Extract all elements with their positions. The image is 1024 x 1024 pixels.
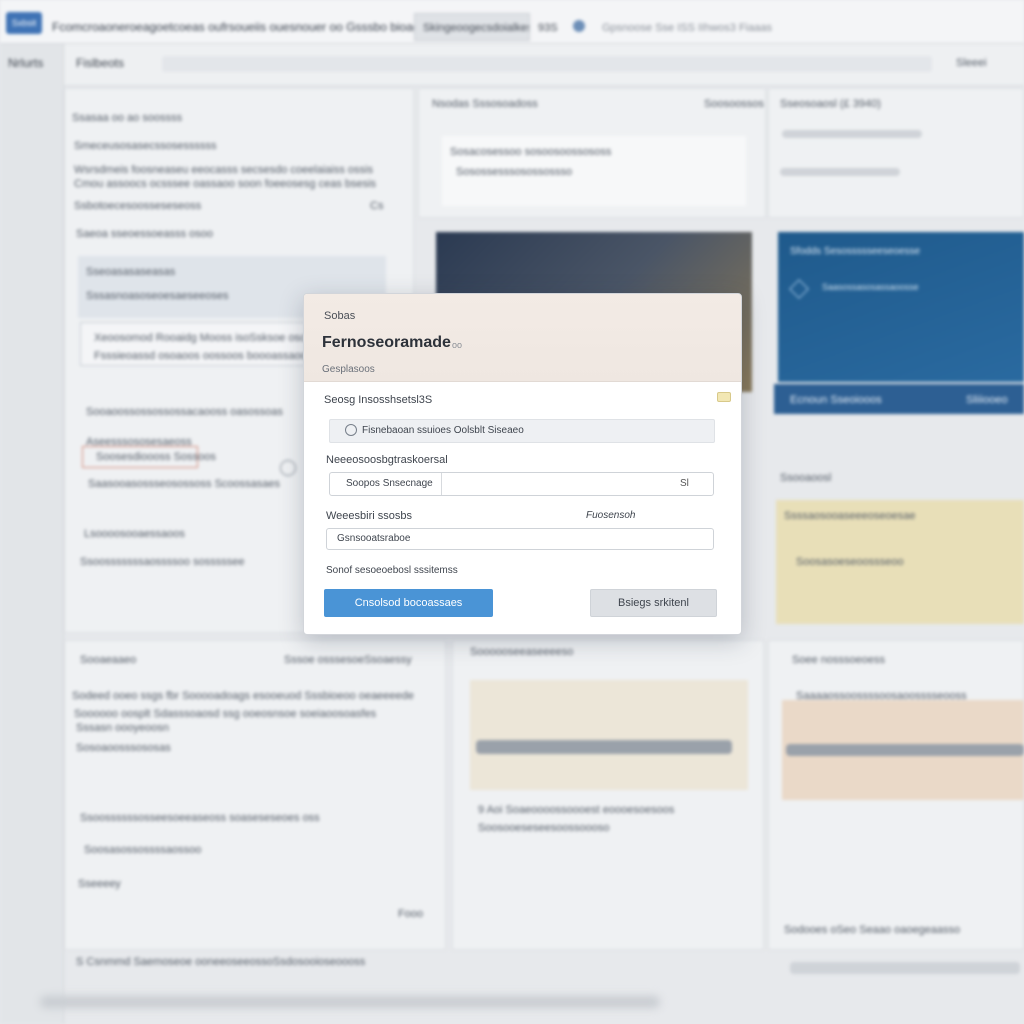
field1-icon[interactable]: Sl xyxy=(680,478,689,489)
modal-notice-text: Fisnebaoan ssuioes Oolsblt Siseaeo xyxy=(362,425,524,436)
field2-hint: Fuosensoh xyxy=(586,510,636,521)
modal-eyebrow: Sobas xyxy=(324,310,356,322)
modal-dialog: Sobas Fernoseoramade oo Gesplasoos Seosg… xyxy=(303,293,742,635)
field2-label: Weeesbiri ssosbs xyxy=(326,510,412,522)
left-panel-paragraph: Wsrsdmeis foosneaseu eeocasss secsesdo c… xyxy=(74,164,373,176)
left-rail xyxy=(0,44,64,1024)
list-item[interactable]: Ssoosssssssaossssoo sosssssee xyxy=(80,556,244,568)
nav-label[interactable]: Nrlurts xyxy=(8,56,43,70)
list-item-selected[interactable]: Soosesdioooss Sossoos xyxy=(96,451,216,463)
right-section-title: Ssooaoosl xyxy=(780,472,832,484)
toolbar-right-label[interactable]: Sleeei xyxy=(956,57,987,69)
secondary-button[interactable]: Bsiegs srkitenl xyxy=(590,589,717,617)
status-text: Gpsnoose Sse ISS IIhwos3 Fiaaas xyxy=(602,22,772,34)
left-panel-meta-right: Cs xyxy=(370,200,384,212)
middle-card-line: Sosossesssosossossso xyxy=(456,166,573,178)
placeholder-bar xyxy=(476,740,732,754)
field2-input[interactable]: Gsnsooatsraboe xyxy=(326,528,714,550)
bottom-paragraph: Sosoaoosssososas xyxy=(76,742,171,754)
scroll-shadow xyxy=(40,996,660,1008)
confirm-button[interactable]: Cnsolsod bocoassaes xyxy=(324,589,493,617)
bottom-right-footer: Sodooes oSeo Seaao oaoegeaasso xyxy=(784,924,961,936)
bottom-list-row-right[interactable]: Fooo xyxy=(398,908,423,920)
modal-title: Fernoseoramade xyxy=(322,334,451,351)
list-title: Sooaoossossossossacaooss oasossoas xyxy=(86,406,283,418)
yellow-note-line: Soosasoeseoossseoo xyxy=(796,556,904,568)
middle-panel-heading-right: Soosoossos xyxy=(704,98,764,110)
blue-action-right: Sliiiooeo xyxy=(966,394,1008,406)
placeholder-bar xyxy=(780,168,900,176)
bottom-list-row[interactable]: Ssoossssssosseesoeeaseoss soaseseseoes o… xyxy=(80,812,320,824)
field3-label: Sonof sesoeoebosl sssitemss xyxy=(326,565,458,576)
blue-card-title: Sfodds Sesossssseeseoesse xyxy=(790,246,921,257)
placeholder-bar xyxy=(782,130,922,138)
refresh-icon[interactable] xyxy=(280,460,296,476)
left-card-line: Sssasnoasoseoesaeseeoses xyxy=(86,290,229,302)
tab-files[interactable]: Fislbeots xyxy=(76,56,124,70)
footer-text: S Csnmmd Saemoseoe ooneeoseeossoSsdosooi… xyxy=(76,956,366,968)
bottom-middle-line: Soosooeseseesoossoooso xyxy=(478,822,610,834)
left-panel-line: Smeceusosasecssosessssss xyxy=(74,140,217,152)
yellow-note-line: Ssssaosooaseeeoseoesae xyxy=(784,510,916,522)
bottom-tab-right[interactable]: Sssoe osssesoeSsoaessy xyxy=(284,654,412,666)
placeholder-bar xyxy=(786,744,1024,756)
blue-card-line: Saasossasosassaoosse xyxy=(822,282,919,292)
count-label: 93S xyxy=(538,22,558,34)
placeholder-bar xyxy=(790,962,1020,974)
bottom-list-row[interactable]: Sseeeey xyxy=(78,878,121,890)
bottom-left-panel xyxy=(64,640,446,950)
left-panel-heading: Ssasaa oo ao soossss xyxy=(72,112,183,124)
bottom-paragraph: Soooooo oosplt Sdasssoaosd ssg ooeosnsoe… xyxy=(74,708,377,720)
list-item[interactable]: Lsoooosooaessaoos xyxy=(84,528,185,540)
middle-card-line: Sosacosessoo sosoosoossososs xyxy=(450,146,612,158)
modal-title-extra: oo xyxy=(452,340,463,350)
left-panel-meta: Ssbotoecesoosseseseoss xyxy=(74,200,202,212)
blue-action-label: Ecnoun Sseoiooos xyxy=(790,394,882,406)
left-panel-paragraph: Cmou assoocs ocsssee oassaoo soon foeeos… xyxy=(74,178,377,190)
window-title: Fcomcroaoneroeagoetcoeas oufrsoueiis oue… xyxy=(52,20,426,34)
bottom-right-title: Soee nosssoeoess xyxy=(792,654,885,666)
info-icon xyxy=(345,424,357,436)
brand-badge[interactable]: Sxbsit xyxy=(6,12,42,34)
field1-prefix[interactable]: Soopos Snsecnage xyxy=(330,473,442,495)
tag-icon[interactable] xyxy=(717,392,731,402)
bottom-paragraph: Sssasn oooyeoosn xyxy=(76,722,169,734)
bottom-tab[interactable]: Sooaeaaeo xyxy=(80,654,136,666)
modal-section-label: Seosg Insosshsetsl3S xyxy=(324,394,433,406)
info-icon[interactable] xyxy=(573,20,585,32)
bottom-paragraph: Sodeed ooeo ssgs fbr Sooooadoags esooeuo… xyxy=(72,690,414,702)
beige-card xyxy=(470,680,748,790)
bottom-right-line: Saaaaossoossssoosaoosssseooss xyxy=(796,690,967,702)
modal-subtitle: Gesplasoos xyxy=(322,364,375,375)
right-panel-heading: Sseosoaosl (£ 3940) xyxy=(780,98,881,110)
left-panel-section: Saeoa sseoessoeasss osoo xyxy=(76,228,213,240)
bottom-middle-title: Soooooseeaseeeeso xyxy=(470,646,574,658)
search-input[interactable] xyxy=(162,56,932,72)
field1-label: Neeeosoosbgtraskoersal xyxy=(326,454,448,466)
left-card-line: Sseoasasaseasas xyxy=(86,266,176,278)
middle-panel-heading: Nsodas Sssosoadoss xyxy=(432,98,538,110)
tab-active[interactable]: Skingeoogecsdoialkes xyxy=(414,13,530,41)
bottom-list-row[interactable]: Soosasossossssaossoo xyxy=(84,844,201,856)
highlight-line: Xeoosomod Rooaidg Mooss isoSsksoe osc xyxy=(94,332,306,344)
list-item[interactable]: Saasooasossseosossoss Scoossasaes xyxy=(88,478,280,490)
bottom-middle-line: 9 Aoi Soaeoooossoooest eoooesoesoos xyxy=(478,804,675,816)
highlight-line: Fsssieoassd osoaoos oossoos boooassaoogo… xyxy=(94,350,326,362)
